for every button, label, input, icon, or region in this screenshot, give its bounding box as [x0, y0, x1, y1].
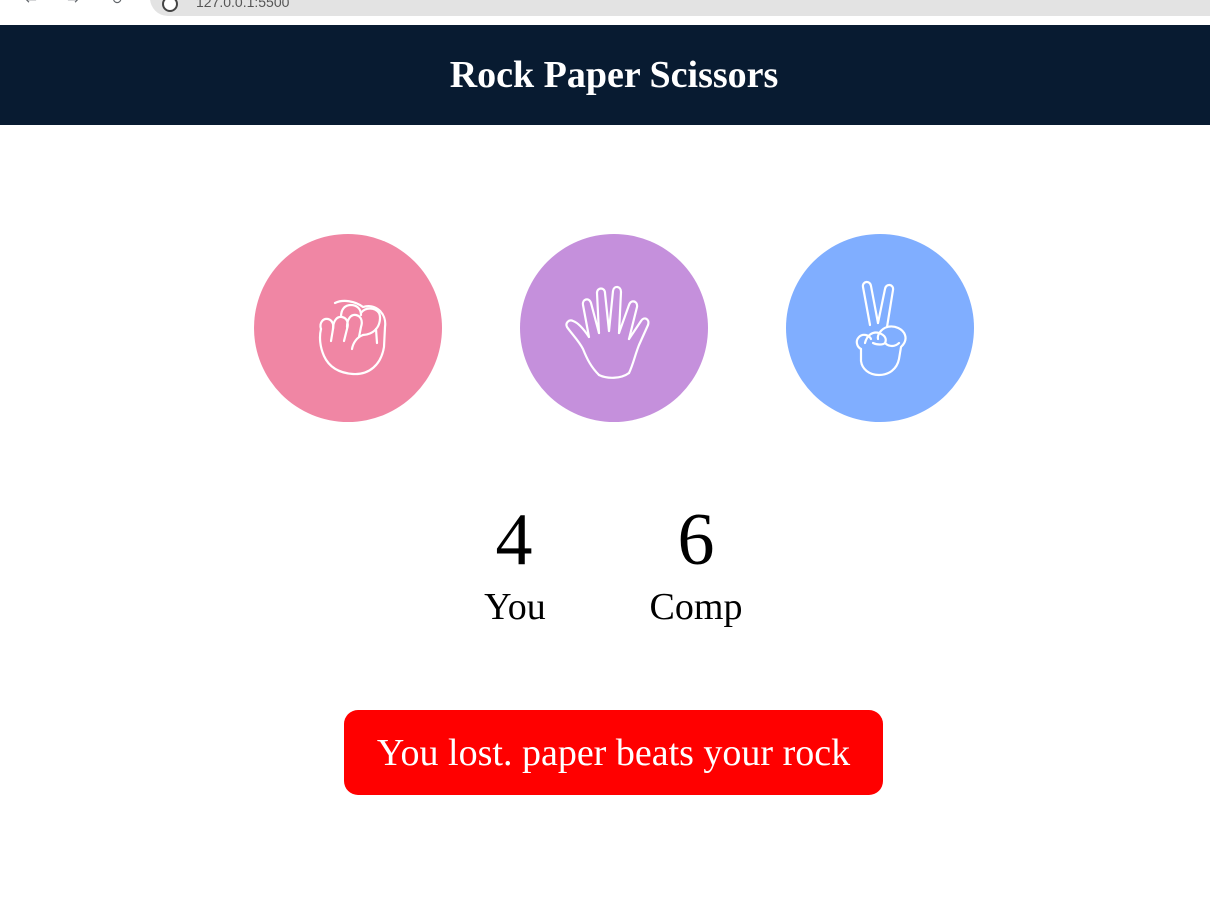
- app-header: Rock Paper Scissors: [0, 25, 1210, 125]
- paper-choice-button[interactable]: [520, 234, 708, 422]
- peace-sign-icon: [855, 280, 907, 377]
- fist-icon: [318, 299, 387, 376]
- open-hand-icon: [565, 285, 650, 379]
- rock-choice-button[interactable]: [254, 234, 442, 422]
- reload-icon[interactable]: ↻: [106, 0, 128, 8]
- scissors-choice-button[interactable]: [786, 234, 974, 422]
- user-score-label: You: [484, 586, 546, 628]
- address-bar[interactable]: 127.0.0.1:5500: [150, 0, 1210, 16]
- result-message: You lost. paper beats your rock: [344, 710, 883, 795]
- comp-score: 6: [677, 499, 715, 581]
- user-score: 4: [495, 499, 533, 581]
- back-arrow-icon[interactable]: ←: [20, 0, 42, 8]
- forward-arrow-icon[interactable]: →: [62, 0, 84, 8]
- site-info-icon[interactable]: [162, 0, 178, 12]
- page-title: Rock Paper Scissors: [449, 54, 779, 96]
- browser-toolbar: ← → ↻ 127.0.0.1:5500: [0, 0, 1210, 25]
- address-text[interactable]: 127.0.0.1:5500: [196, 0, 289, 10]
- comp-score-label: Comp: [649, 586, 743, 628]
